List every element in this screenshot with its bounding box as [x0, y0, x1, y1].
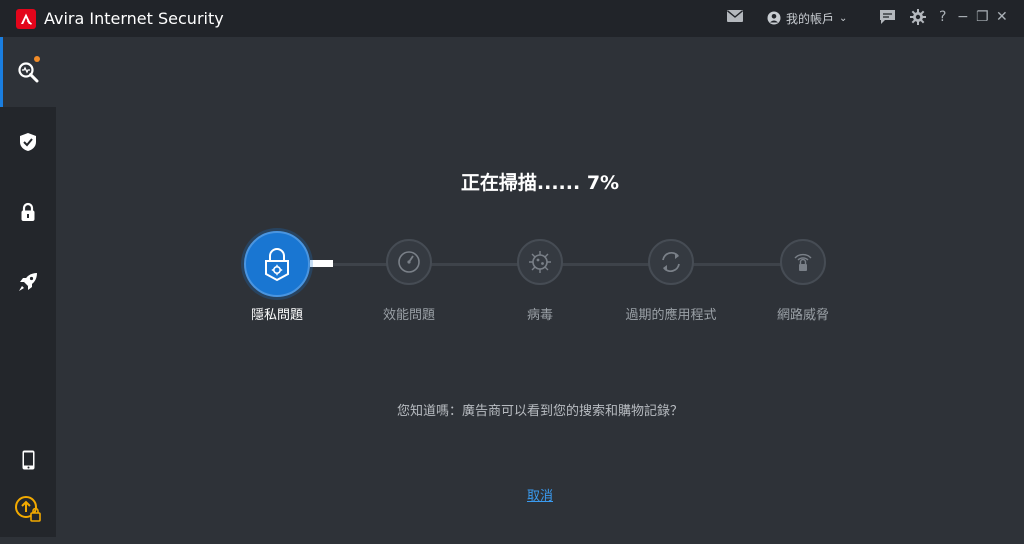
scan-status-heading: 正在掃描...... 7%	[460, 172, 620, 194]
app-title: Avira Internet Security	[44, 9, 224, 28]
cancel-link[interactable]: 取消	[520, 485, 560, 504]
rocket-icon	[19, 273, 37, 291]
scan-progress-fill	[310, 260, 333, 267]
sidebar-item-protection[interactable]	[0, 107, 56, 177]
title-bar: Avira Internet Security 我的帳戶 ⌄ ? − ❐ ✕	[0, 0, 1024, 37]
step-label-performance: 效能問題	[382, 308, 435, 323]
sidebar	[0, 37, 56, 537]
phone-icon	[22, 450, 34, 470]
sidebar-item-upgrade[interactable]	[0, 474, 56, 544]
step-label-privacy: 隱私問題	[250, 308, 303, 323]
upgrade-icon	[15, 496, 41, 522]
notification-dot	[34, 56, 40, 62]
chat-icon[interactable]	[879, 9, 896, 30]
mail-icon[interactable]	[726, 9, 744, 28]
shield-check-icon	[20, 133, 36, 151]
close-button[interactable]: ✕	[996, 8, 1008, 26]
privacy-lock-icon	[265, 248, 289, 282]
minimize-button[interactable]: −	[957, 8, 969, 26]
step-virus-circle	[517, 239, 563, 285]
refresh-cycle-icon	[662, 252, 680, 272]
step-privacy-circle	[244, 231, 310, 297]
account-label: 我的帳戶	[786, 11, 835, 26]
restore-button[interactable]: ❐	[976, 8, 989, 26]
did-you-know-tip: 您知道嗎：廣告商可以看到您的搜索和購物記錄？	[396, 404, 683, 419]
gauge-icon	[398, 251, 420, 273]
avira-logo-icon	[21, 13, 32, 25]
avira-logo	[16, 9, 36, 29]
user-icon	[767, 11, 781, 25]
chevron-down-icon: ⌄	[839, 12, 848, 24]
step-performance-circle	[386, 239, 432, 285]
scan-magnifier-icon	[18, 62, 39, 83]
sidebar-item-performance[interactable]	[0, 247, 56, 317]
sidebar-item-scan[interactable]	[0, 37, 56, 107]
virus-icon	[529, 251, 551, 273]
step-label-web-threats: 網路威脅	[776, 308, 829, 323]
step-label-virus: 病毒	[526, 308, 553, 323]
step-outdated-apps-circle	[648, 239, 694, 285]
step-web-threats-circle	[780, 239, 826, 285]
gear-icon[interactable]	[910, 9, 926, 30]
account-menu[interactable]: 我的帳戶 ⌄	[767, 9, 847, 27]
network-lock-icon	[794, 253, 812, 271]
help-button[interactable]: ?	[939, 8, 946, 26]
lock-icon	[21, 202, 35, 221]
step-label-outdated-apps: 過期的應用程式	[625, 308, 717, 323]
